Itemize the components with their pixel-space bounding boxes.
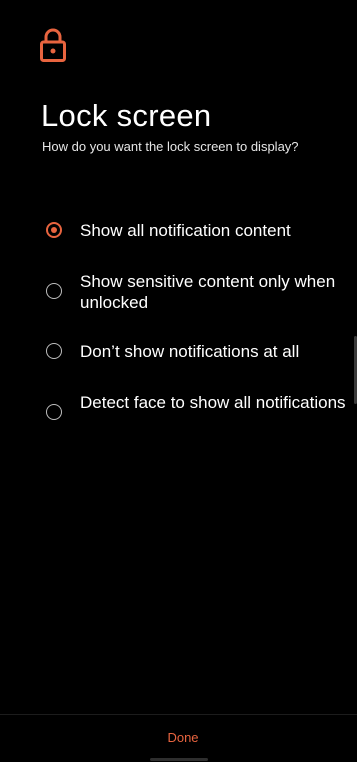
radio-dont-show[interactable]	[46, 343, 62, 359]
footer-divider	[0, 714, 357, 715]
lock-icon	[40, 28, 66, 62]
option-dont-show[interactable]: Don’t show notifications at all	[40, 341, 347, 365]
option-show-all[interactable]: Show all notification content	[40, 220, 347, 244]
page-subtitle: How do you want the lock screen to displ…	[42, 139, 299, 154]
option-label: Don’t show notifications at all	[80, 342, 300, 361]
option-label: Show all notification content	[80, 221, 291, 240]
page-title: Lock screen	[41, 98, 212, 133]
option-sensitive-only-unlocked[interactable]: Show sensitive content only when unlocke…	[40, 271, 347, 315]
option-detect-face[interactable]: Detect face to show all notifications	[40, 392, 347, 436]
radio-show-all[interactable]	[46, 222, 62, 238]
home-indicator[interactable]	[150, 758, 208, 761]
option-label: Detect face to show all notifications	[80, 393, 346, 412]
option-label: Show sensitive content only when unlocke…	[80, 272, 336, 312]
radio-detect-face[interactable]	[46, 404, 62, 420]
radio-sensitive-only-unlocked[interactable]	[46, 283, 62, 299]
done-button[interactable]: Done	[143, 724, 223, 750]
